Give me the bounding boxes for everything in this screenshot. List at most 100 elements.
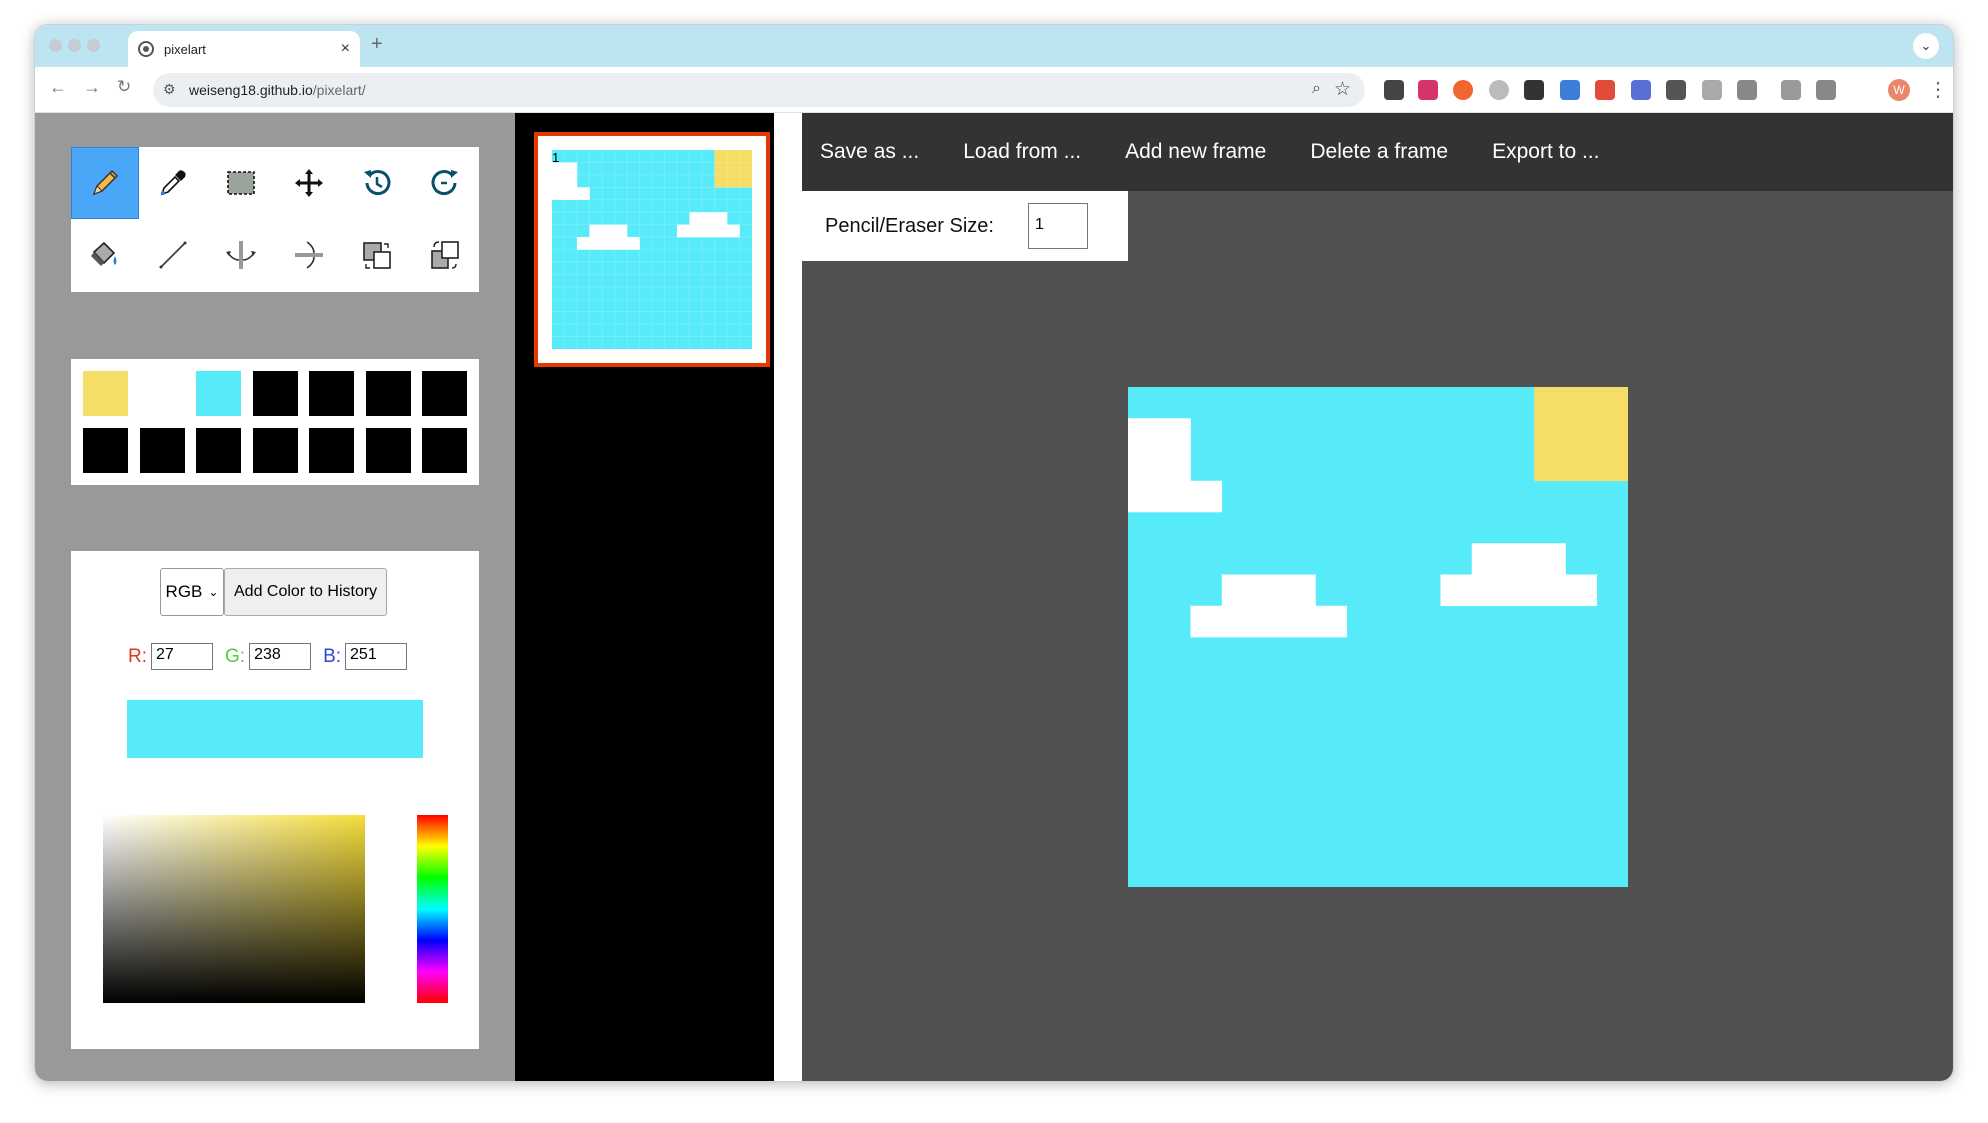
move-tool[interactable] — [275, 147, 343, 219]
cloud-pixel — [564, 174, 578, 188]
undo-tool[interactable] — [343, 147, 411, 219]
extension-icon[interactable] — [1666, 80, 1686, 100]
extension-icon[interactable] — [1595, 80, 1615, 100]
cloud-pixel — [714, 224, 728, 238]
extension-icon[interactable] — [1560, 80, 1580, 100]
extension-icon[interactable] — [1453, 80, 1473, 100]
rotate-icon — [431, 241, 459, 269]
browser-window: pixelart × + ⌄ ← → ↻ ⚙ weiseng18.github.… — [34, 24, 1954, 1082]
palette-swatch[interactable] — [196, 428, 241, 473]
cloud-pixel — [1159, 449, 1191, 482]
extension-icon[interactable] — [1631, 80, 1651, 100]
left-panel: RGB ⌄ Add Color to History R: 27 G: 238 B… — [35, 113, 515, 1081]
cloud-pixel — [1534, 574, 1566, 607]
palette-swatch[interactable] — [83, 371, 128, 416]
redo-tool[interactable] — [411, 147, 479, 219]
palette-swatch[interactable] — [196, 371, 241, 416]
zoom-icon[interactable]: ⌕ — [1312, 80, 1321, 98]
color-mode-select[interactable]: RGB ⌄ — [160, 568, 224, 616]
rotate-tool[interactable] — [411, 219, 479, 291]
toolbox — [71, 147, 479, 292]
palette-swatch[interactable] — [139, 371, 185, 416]
line-tool[interactable] — [139, 219, 207, 291]
frame-thumbnail[interactable]: 1 — [534, 132, 770, 367]
copy-tool[interactable] — [343, 219, 411, 291]
palette-swatch[interactable] — [309, 371, 354, 416]
cloud-pixel — [1128, 480, 1160, 513]
sun-pixel — [739, 162, 753, 176]
back-arrow-icon[interactable]: ← — [49, 77, 67, 98]
tab-search-button[interactable]: ⌄ — [1913, 33, 1939, 59]
extension-icon[interactable] — [1524, 80, 1544, 100]
cloud-pixel — [602, 224, 615, 238]
cloud-pixel — [552, 187, 565, 201]
cloud-pixel — [577, 237, 590, 250]
select-tool[interactable] — [207, 147, 275, 219]
kebab-menu-icon[interactable]: ⋮ — [1928, 77, 1948, 102]
close-window-dot[interactable] — [49, 39, 62, 52]
add-new-frame-button[interactable]: Add new frame — [1125, 140, 1266, 164]
extension-icon[interactable] — [1384, 80, 1404, 100]
profile-avatar[interactable]: W — [1888, 79, 1910, 101]
saturation-value-picker[interactable] — [103, 815, 365, 1003]
canvas-area: Save as ... Load from ... Add new frame … — [802, 113, 1953, 1081]
tab-close-icon[interactable]: × — [341, 40, 350, 58]
pencil-size-input[interactable]: 1 — [1027, 203, 1088, 249]
minimize-window-dot[interactable] — [68, 39, 81, 52]
bookmark-star-icon[interactable]: ☆ — [1334, 78, 1351, 101]
color-picker: RGB ⌄ Add Color to History R: 27 G: 238 B… — [71, 551, 479, 1049]
url-text[interactable]: weiseng18.github.io/pixelart/ — [189, 82, 366, 98]
palette-swatch[interactable] — [83, 428, 128, 473]
address-bar[interactable]: ⚙ weiseng18.github.io/pixelart/ ⌕ ☆ — [153, 73, 1365, 107]
cloud-pixel — [1503, 543, 1535, 575]
add-color-to-history-button[interactable]: Add Color to History — [224, 568, 388, 616]
media-control-icon[interactable] — [1816, 80, 1836, 100]
line-icon — [159, 241, 187, 269]
g-input[interactable]: 238 — [249, 643, 312, 670]
site-settings-icon[interactable]: ⚙ — [163, 81, 176, 98]
hue-slider[interactable] — [417, 815, 448, 1003]
reading-list-icon[interactable] — [1781, 80, 1801, 100]
sun-pixel — [727, 174, 740, 188]
select-icon — [227, 171, 255, 195]
flip-horizontal-tool[interactable] — [275, 219, 343, 291]
camera-icon[interactable] — [1702, 80, 1722, 100]
frame-number: 1 — [552, 150, 560, 165]
maximize-window-dot[interactable] — [87, 39, 100, 52]
r-label: R: — [128, 645, 147, 667]
palette-swatch[interactable] — [422, 428, 467, 473]
fill-tool[interactable] — [71, 219, 139, 291]
extension-icon[interactable] — [1489, 80, 1509, 100]
cloud-pixel — [1284, 605, 1316, 638]
pencil-tool[interactable] — [71, 147, 139, 219]
reload-icon[interactable]: ↻ — [117, 77, 131, 97]
load-from-button[interactable]: Load from ... — [963, 140, 1081, 164]
new-tab-button[interactable]: + — [371, 33, 383, 56]
flip-vertical-tool[interactable] — [207, 219, 275, 291]
cloud-pixel — [714, 212, 728, 225]
palette-swatch[interactable] — [252, 428, 298, 473]
cloud-pixel — [702, 224, 715, 238]
sun-pixel — [1596, 387, 1628, 419]
forward-arrow-icon[interactable]: → — [83, 77, 101, 98]
export-to-button[interactable]: Export to ... — [1492, 140, 1599, 164]
palette-swatch[interactable] — [252, 371, 298, 416]
palette-swatch[interactable] — [365, 371, 411, 416]
palette-swatch[interactable] — [139, 428, 185, 473]
pixel-canvas[interactable] — [1128, 387, 1628, 887]
r-input[interactable]: 27 — [151, 643, 213, 670]
palette-swatch[interactable] — [422, 371, 467, 416]
delete-frame-button[interactable]: Delete a frame — [1310, 140, 1448, 164]
puzzle-icon[interactable] — [1737, 80, 1757, 100]
cloud-pixel — [614, 224, 628, 238]
save-as-button[interactable]: Save as ... — [820, 140, 919, 164]
cloud-pixel — [677, 224, 690, 238]
eyedropper-tool[interactable] — [139, 147, 207, 219]
extension-icon[interactable] — [1418, 80, 1438, 100]
palette-swatch[interactable] — [309, 428, 354, 473]
b-input[interactable]: 251 — [345, 643, 408, 670]
cloud-pixel — [1440, 574, 1473, 607]
palette-swatch[interactable] — [365, 428, 411, 473]
chevron-down-icon: ⌄ — [208, 585, 219, 599]
browser-tab[interactable]: pixelart × — [128, 31, 360, 67]
